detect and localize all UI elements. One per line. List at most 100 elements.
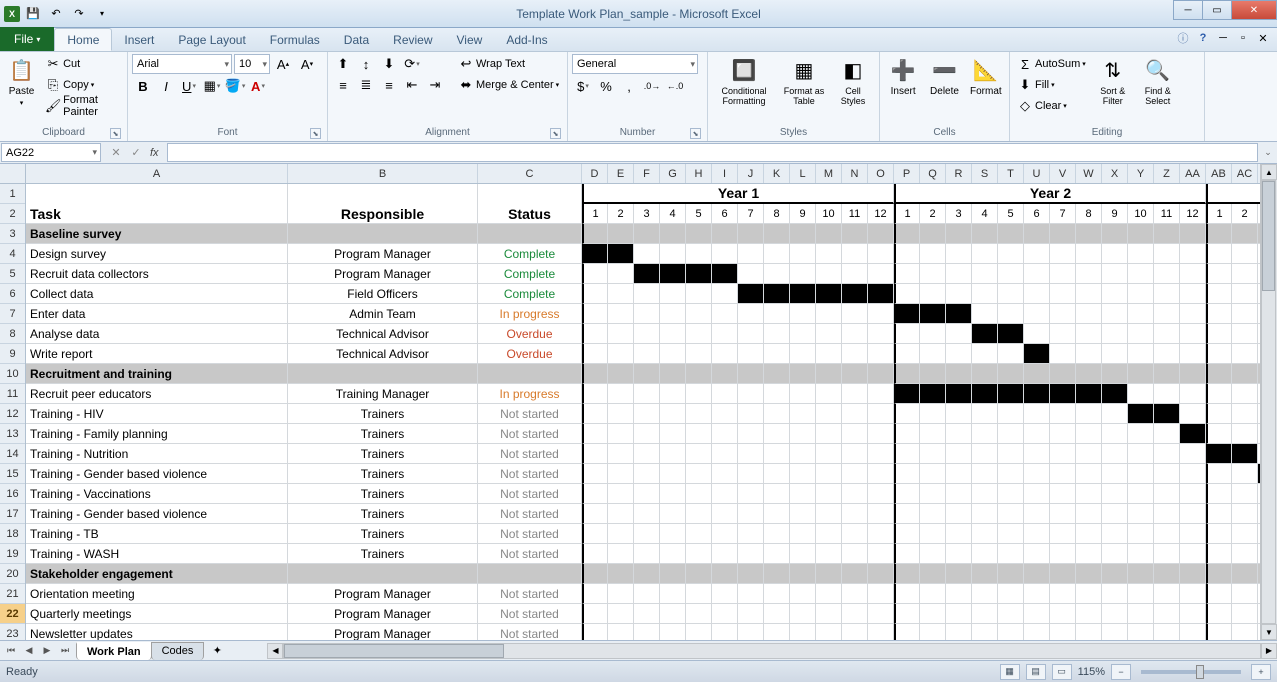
cell[interactable] (1128, 324, 1154, 344)
cell[interactable] (1180, 464, 1206, 484)
cell[interactable] (842, 544, 868, 564)
cell[interactable] (660, 364, 686, 384)
cell[interactable] (712, 544, 738, 564)
cell[interactable] (582, 284, 608, 304)
cell[interactable] (946, 304, 972, 324)
cell[interactable] (1154, 284, 1180, 304)
cell[interactable]: Task (26, 204, 288, 224)
cell[interactable] (1076, 364, 1102, 384)
cell[interactable] (764, 564, 790, 584)
cell[interactable] (1024, 304, 1050, 324)
cell[interactable]: 12 (868, 204, 894, 224)
cell[interactable] (686, 344, 712, 364)
cell[interactable] (478, 364, 582, 384)
cell[interactable] (816, 284, 842, 304)
cell[interactable] (1180, 224, 1206, 244)
column-header[interactable]: V (1050, 164, 1076, 183)
cell[interactable] (288, 224, 478, 244)
font-color-button[interactable]: A▾ (247, 76, 269, 96)
cell[interactable] (582, 584, 608, 604)
cell[interactable] (608, 564, 634, 584)
font-size-combo[interactable]: 10 (234, 54, 270, 74)
currency-button[interactable]: $▾ (572, 76, 594, 96)
cell[interactable] (946, 624, 972, 640)
cell[interactable] (1206, 344, 1232, 364)
increase-font-button[interactable]: A▴ (272, 54, 294, 74)
cell[interactable] (816, 604, 842, 624)
cell[interactable] (712, 344, 738, 364)
cell[interactable] (1050, 384, 1076, 404)
cell[interactable] (1180, 304, 1206, 324)
cell[interactable] (764, 284, 790, 304)
cell[interactable] (1076, 384, 1102, 404)
cell[interactable]: Not started (478, 584, 582, 604)
cell[interactable] (686, 284, 712, 304)
cell[interactable] (790, 384, 816, 404)
cell[interactable] (1076, 324, 1102, 344)
cell[interactable] (660, 624, 686, 640)
cell[interactable] (998, 244, 1024, 264)
cell[interactable] (1128, 584, 1154, 604)
cell[interactable] (738, 484, 764, 504)
cell[interactable] (738, 224, 764, 244)
cell[interactable] (946, 344, 972, 364)
tab-page-layout[interactable]: Page Layout (166, 28, 257, 51)
cell[interactable] (816, 464, 842, 484)
cell[interactable] (868, 344, 894, 364)
cell[interactable]: Technical Advisor (288, 324, 478, 344)
cell[interactable] (790, 424, 816, 444)
cell[interactable] (1180, 484, 1206, 504)
cell[interactable] (712, 244, 738, 264)
qat-customize-button[interactable]: ▾ (92, 4, 112, 24)
cell[interactable] (1180, 444, 1206, 464)
cell[interactable]: Recruitment and training (26, 364, 288, 384)
cell[interactable] (1050, 624, 1076, 640)
delete-cells-button[interactable]: ➖Delete (925, 54, 963, 97)
cell[interactable] (972, 524, 998, 544)
cell[interactable] (894, 344, 920, 364)
cell[interactable]: Complete (478, 244, 582, 264)
column-header[interactable]: P (894, 164, 920, 183)
cell[interactable] (1102, 384, 1128, 404)
cell[interactable]: Stakeholder engagement (26, 564, 288, 584)
cell[interactable] (842, 404, 868, 424)
cell[interactable] (582, 604, 608, 624)
cell[interactable] (946, 604, 972, 624)
cell[interactable] (1024, 324, 1050, 344)
cell[interactable] (1024, 624, 1050, 640)
cell[interactable] (1154, 464, 1180, 484)
row-header[interactable]: 20 (0, 564, 25, 584)
cell[interactable] (1024, 484, 1050, 504)
cell[interactable] (634, 284, 660, 304)
merge-center-button[interactable]: ⬌Merge & Center ▾ (455, 75, 562, 95)
cell[interactable]: Not started (478, 604, 582, 624)
cell[interactable]: Write report (26, 344, 288, 364)
cell[interactable] (790, 524, 816, 544)
cell[interactable] (1076, 564, 1102, 584)
row-header[interactable]: 4 (0, 244, 25, 264)
cell[interactable] (1232, 224, 1258, 244)
column-header[interactable]: AB (1206, 164, 1232, 183)
cell[interactable] (998, 264, 1024, 284)
cell[interactable] (1154, 484, 1180, 504)
tab-review[interactable]: Review (381, 28, 444, 51)
cell[interactable] (1232, 264, 1258, 284)
cell[interactable] (1024, 364, 1050, 384)
cell[interactable] (608, 544, 634, 564)
cell[interactable] (894, 504, 920, 524)
cell[interactable] (582, 304, 608, 324)
cell[interactable] (660, 384, 686, 404)
cell[interactable]: In progress (478, 384, 582, 404)
cell[interactable] (288, 184, 478, 204)
cell[interactable] (634, 344, 660, 364)
autosum-button[interactable]: ΣAutoSum ▾ (1014, 54, 1089, 74)
formula-input[interactable] (167, 143, 1258, 162)
cell[interactable]: 7 (738, 204, 764, 224)
column-header[interactable]: J (738, 164, 764, 183)
cell[interactable] (920, 324, 946, 344)
cell[interactable] (1024, 284, 1050, 304)
cell[interactable] (790, 484, 816, 504)
cell[interactable] (738, 584, 764, 604)
cell[interactable] (1232, 624, 1258, 640)
hscroll-thumb[interactable] (284, 644, 504, 658)
